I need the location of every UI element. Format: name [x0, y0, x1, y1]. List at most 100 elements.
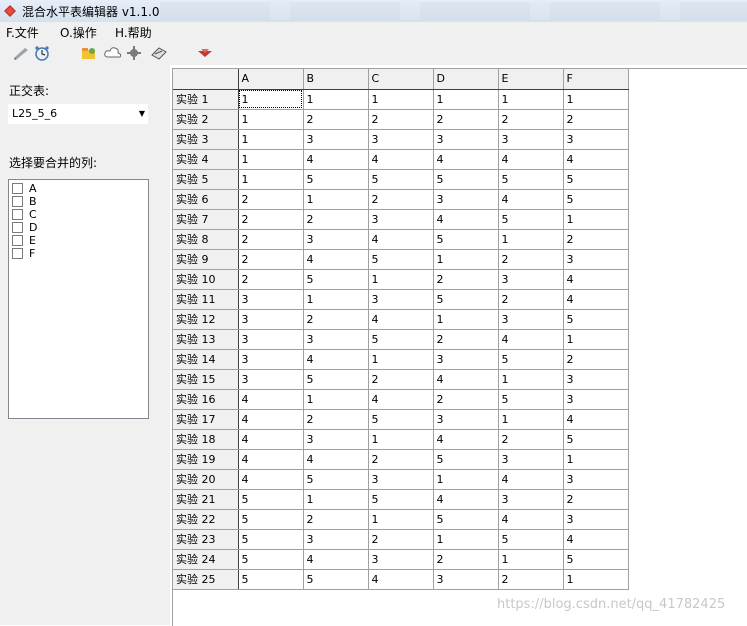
grid-cell[interactable]: 5: [238, 549, 304, 570]
checkbox-icon[interactable]: [12, 222, 23, 233]
grid-cell[interactable]: 2: [433, 549, 499, 570]
grid-cell[interactable]: 1: [433, 309, 499, 330]
grid-cell[interactable]: 5: [563, 169, 629, 190]
row-header[interactable]: 实验 13: [173, 329, 239, 350]
menu-operation[interactable]: O.操作: [60, 24, 97, 41]
row-header[interactable]: 实验 16: [173, 389, 239, 410]
grid-cell[interactable]: 2: [238, 189, 304, 210]
grid-cell[interactable]: 1: [498, 409, 564, 430]
row-header[interactable]: 实验 17: [173, 409, 239, 430]
grid-cell[interactable]: 4: [563, 529, 629, 550]
grid-cell[interactable]: 1: [303, 189, 369, 210]
grid-cell[interactable]: 2: [498, 569, 564, 590]
grid-cell[interactable]: 1: [563, 449, 629, 470]
grid-cell[interactable]: 5: [433, 509, 499, 530]
grid-cell[interactable]: 3: [563, 469, 629, 490]
grid-cell[interactable]: 2: [563, 489, 629, 510]
grid-cell[interactable]: 4: [498, 469, 564, 490]
grid-cell[interactable]: 2: [303, 309, 369, 330]
column-checkbox-a[interactable]: A: [12, 182, 37, 195]
row-header[interactable]: 实验 23: [173, 529, 239, 550]
grid-cell[interactable]: 2: [433, 389, 499, 410]
grid-cell[interactable]: 5: [433, 449, 499, 470]
grid-cell[interactable]: 1: [433, 89, 499, 110]
grid-cell[interactable]: 4: [238, 429, 304, 450]
grid-cell[interactable]: 3: [368, 549, 434, 570]
grid-cell[interactable]: 3: [238, 349, 304, 370]
row-header[interactable]: 实验 9: [173, 249, 239, 270]
cloud-icon[interactable]: [104, 44, 122, 62]
grid-cell[interactable]: 5: [563, 189, 629, 210]
grid-cell[interactable]: 5: [303, 169, 369, 190]
grid-cell[interactable]: 5: [368, 409, 434, 430]
grid-cell[interactable]: 1: [433, 249, 499, 270]
grid-cell[interactable]: 4: [238, 409, 304, 430]
grid-cell[interactable]: 2: [498, 109, 564, 130]
grid-cell[interactable]: 4: [368, 569, 434, 590]
grid-cell[interactable]: 4: [563, 289, 629, 310]
grid-cell[interactable]: 2: [238, 249, 304, 270]
grid-cell[interactable]: 1: [303, 289, 369, 310]
grid-cell[interactable]: 3: [498, 309, 564, 330]
grid-cell[interactable]: 3: [433, 189, 499, 210]
row-header[interactable]: 实验 18: [173, 429, 239, 450]
merge-columns-list[interactable]: A B C D E F: [8, 179, 149, 419]
grid-cell[interactable]: 3: [238, 369, 304, 390]
grid-cell[interactable]: 3: [303, 329, 369, 350]
grid-cell[interactable]: 3: [303, 429, 369, 450]
grid-cell[interactable]: 3: [563, 509, 629, 530]
grid-cell[interactable]: 5: [238, 489, 304, 510]
row-header[interactable]: 实验 6: [173, 189, 239, 210]
grid-cell[interactable]: 2: [368, 189, 434, 210]
column-header[interactable]: B: [303, 69, 369, 90]
grid-cell[interactable]: 5: [433, 169, 499, 190]
grid-cell[interactable]: 1: [433, 469, 499, 490]
grid-cell[interactable]: 5: [563, 309, 629, 330]
grid-cell[interactable]: 2: [563, 349, 629, 370]
grid-cell[interactable]: 1: [498, 549, 564, 570]
grid-cell[interactable]: 2: [563, 229, 629, 250]
grid-cell[interactable]: 1: [498, 369, 564, 390]
grid-cell[interactable]: 2: [238, 229, 304, 250]
grid-cell[interactable]: 3: [563, 249, 629, 270]
grid-cell[interactable]: 1: [563, 569, 629, 590]
grid-cell[interactable]: 3: [433, 129, 499, 150]
grid-cell[interactable]: 3: [368, 469, 434, 490]
grid-cell[interactable]: 5: [238, 509, 304, 530]
grid-cell[interactable]: 5: [368, 249, 434, 270]
chevron-down-icon[interactable]: ▼: [139, 109, 145, 118]
row-header[interactable]: 实验 24: [173, 549, 239, 570]
grid-cell[interactable]: 1: [368, 269, 434, 290]
grid-cell[interactable]: 3: [303, 129, 369, 150]
gear-icon[interactable]: [125, 44, 143, 62]
row-header[interactable]: 实验 12: [173, 309, 239, 330]
grid-cell[interactable]: 4: [498, 189, 564, 210]
grid-cell[interactable]: 1: [238, 169, 304, 190]
grid-cell[interactable]: 4: [368, 229, 434, 250]
grid-cell[interactable]: 2: [368, 449, 434, 470]
pen-icon[interactable]: [12, 44, 30, 62]
row-header[interactable]: 实验 4: [173, 149, 239, 170]
grid-cell[interactable]: 5: [368, 489, 434, 510]
grid-cell[interactable]: 4: [238, 449, 304, 470]
erase-icon[interactable]: [150, 44, 168, 62]
grid-cell[interactable]: 3: [433, 349, 499, 370]
red-arrow-icon[interactable]: [196, 44, 214, 62]
grid-cell[interactable]: 5: [238, 529, 304, 550]
grid-cell[interactable]: 1: [563, 89, 629, 110]
grid-cell[interactable]: 1: [303, 489, 369, 510]
grid-cell[interactable]: 1: [238, 89, 304, 110]
grid-cell[interactable]: 2: [433, 109, 499, 130]
grid-cell[interactable]: 2: [498, 249, 564, 270]
row-header[interactable]: 实验 3: [173, 129, 239, 150]
grid-cell[interactable]: 3: [498, 489, 564, 510]
grid-cell[interactable]: 1: [498, 89, 564, 110]
grid-cell[interactable]: 4: [498, 329, 564, 350]
grid-cell[interactable]: 4: [433, 209, 499, 230]
grid-cell[interactable]: 4: [433, 369, 499, 390]
grid-cell[interactable]: 3: [563, 129, 629, 150]
grid-cell[interactable]: 3: [433, 569, 499, 590]
grid-cell[interactable]: 4: [303, 449, 369, 470]
column-checkbox-e[interactable]: E: [12, 234, 36, 247]
grid-cell[interactable]: 4: [303, 149, 369, 170]
